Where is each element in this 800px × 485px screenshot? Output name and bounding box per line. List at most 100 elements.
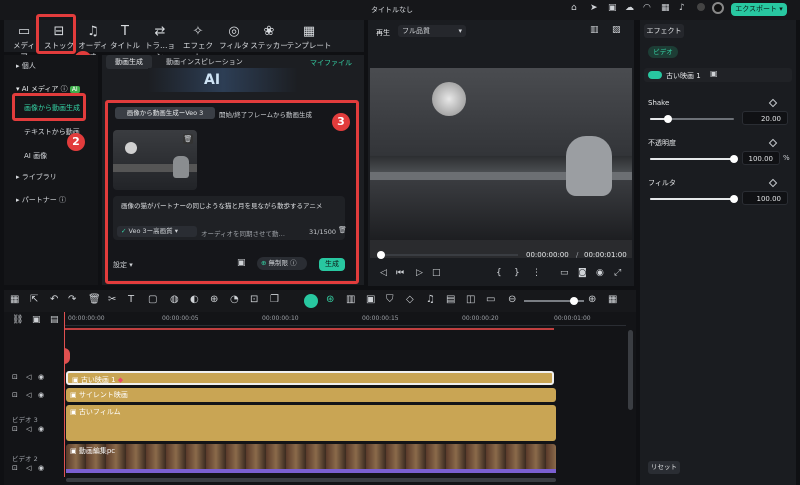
marker-icon[interactable]: ▣ (366, 295, 375, 305)
layout-icon[interactable]: ▦ (10, 295, 19, 305)
mark-out-icon[interactable]: } (514, 269, 520, 278)
fullscreen-icon[interactable]: ⤢ (614, 269, 621, 278)
speaker-icon[interactable]: ◁ (26, 426, 31, 433)
sidebar-item-personal[interactable]: ▸ 個人 (16, 61, 36, 71)
snap-icon[interactable]: ⊛ (326, 295, 334, 305)
quality-select[interactable]: フル品質 ▾ (398, 25, 466, 37)
shake-slider[interactable] (650, 115, 734, 123)
mask-icon[interactable]: ◐ (190, 295, 199, 305)
playhead[interactable] (64, 312, 65, 477)
transform-icon[interactable]: ⊡ (250, 295, 258, 305)
opacity-value-field[interactable]: 100.00 (742, 151, 780, 165)
redo-icon[interactable]: ↷ (68, 295, 76, 305)
opacity-slider[interactable] (650, 155, 738, 163)
filter-slider[interactable] (650, 195, 738, 203)
export-button[interactable]: エクスポート ▾ (731, 3, 787, 16)
opacity-slider-knob[interactable] (730, 155, 738, 163)
shield-icon[interactable]: ⛉ (386, 295, 394, 305)
track-settings-icon[interactable]: ▣ (32, 316, 41, 325)
tab-inspiration[interactable]: 動画インスピレーション (166, 57, 243, 67)
mark-in-icon[interactable]: { (496, 269, 502, 278)
vertical-scrollbar[interactable] (628, 330, 633, 410)
split-icon[interactable]: ⋮ (532, 269, 541, 278)
effect-options-icon[interactable]: ▣ (710, 70, 718, 78)
clip-video[interactable]: ▣ 動画編集pc (66, 444, 556, 472)
box-icon[interactable]: ▣ (608, 4, 617, 13)
speaker-icon[interactable]: ◁ (26, 392, 31, 399)
play-icon[interactable]: ▷ (416, 269, 423, 278)
filter-slider-knob[interactable] (730, 195, 738, 203)
cut-icon[interactable]: ✂ (108, 295, 116, 305)
zoom-out-icon[interactable]: ⊖ (508, 295, 516, 305)
filter-keyframe-icon[interactable] (768, 178, 778, 188)
layers-icon[interactable]: ◫ (466, 295, 475, 305)
text-icon[interactable]: T (128, 295, 134, 305)
profile-icon[interactable] (712, 2, 724, 14)
effect-toggle[interactable] (648, 71, 662, 79)
lock-icon[interactable]: ⊡ (12, 426, 18, 433)
group-icon[interactable]: ❐ (270, 295, 279, 305)
crop-icon[interactable]: ▢ (148, 295, 157, 305)
eye-icon[interactable]: ◉ (38, 392, 44, 399)
camera-icon[interactable]: ◙ (578, 269, 587, 278)
tab-effect-settings[interactable]: エフェクト (644, 24, 684, 38)
delete-icon[interactable]: 🗑 (88, 295, 101, 305)
add-track-icon[interactable]: ▤ (50, 316, 59, 325)
reset-button[interactable]: リセット (648, 461, 680, 474)
monitor-icon[interactable]: ▭ (560, 269, 569, 278)
tab-title[interactable]: T タイトル (110, 24, 140, 51)
user-avatar[interactable] (697, 3, 705, 11)
horizontal-scrollbar[interactable] (66, 478, 556, 482)
speaker-icon[interactable]: ◁ (26, 374, 31, 381)
eye-icon[interactable]: ◉ (38, 426, 44, 433)
sidebar-item-library[interactable]: ▸ ライブラリ (16, 172, 57, 182)
playhead-handle[interactable] (64, 348, 70, 364)
speed-icon[interactable]: ◔ (230, 295, 239, 305)
grid-icon[interactable]: ▦ (661, 4, 670, 13)
clip-old-film[interactable]: ▣ 古いフィルム (66, 405, 556, 441)
clip-silent-movie[interactable]: ▣ サイレント映画 (66, 388, 556, 402)
link-icon[interactable]: ⛓ (12, 316, 23, 325)
color-icon[interactable]: ◍ (170, 295, 179, 305)
lock-icon[interactable]: ⊡ (12, 392, 18, 399)
layout-icon[interactable]: ▥ (590, 26, 599, 35)
work-area-bar[interactable] (64, 328, 554, 330)
keyframe-icon[interactable]: ◇ (406, 295, 414, 305)
video-chip[interactable]: ビデオ (648, 46, 678, 58)
tab-sticker[interactable]: ❀ ステッカー (249, 24, 289, 51)
eye-icon[interactable]: ◉ (38, 465, 44, 472)
step-back-icon[interactable]: ⏮ (396, 269, 404, 278)
mic-icon[interactable]: ♫ (426, 295, 435, 305)
subtitle-icon[interactable]: ▤ (446, 295, 455, 305)
timeline-ruler[interactable]: 00:00:00:00 00:00:00:05 00:00:00:10 00:0… (64, 312, 626, 326)
speaker-icon[interactable]: ◁ (26, 465, 31, 472)
shake-slider-knob[interactable] (664, 115, 672, 123)
stabilize-icon[interactable]: ⊕ (210, 295, 218, 305)
zoom-slider-knob[interactable] (570, 297, 578, 305)
tab-generate[interactable]: 動画生成 (106, 55, 152, 69)
lock-icon[interactable]: ⊡ (12, 465, 18, 472)
send-icon[interactable]: ➤ (590, 4, 598, 13)
shake-keyframe-icon[interactable] (768, 98, 778, 108)
preview-icon[interactable]: ▭ (486, 295, 495, 305)
progress-knob[interactable] (377, 251, 385, 259)
audio-icon[interactable]: ◉ (596, 269, 604, 278)
sidebar-item-ai-image[interactable]: AI 画像 (24, 151, 47, 161)
sidebar-item-partner[interactable]: ▸ パートナー ⓘ (16, 195, 66, 205)
video-preview[interactable] (370, 68, 632, 258)
my-files-link[interactable]: マイファイル (310, 58, 352, 68)
select-icon[interactable]: ⇱ (30, 295, 38, 305)
eye-icon[interactable]: ◉ (38, 374, 44, 381)
filter-value-field[interactable]: 100.00 (742, 191, 788, 205)
tab-template[interactable]: ▦ テンプレート (286, 24, 332, 51)
playback-progress[interactable] (377, 251, 518, 259)
opacity-keyframe-icon[interactable] (768, 138, 778, 148)
stop-icon[interactable]: □ (432, 269, 441, 278)
lock-icon[interactable]: ⊡ (12, 374, 18, 381)
headset-icon[interactable]: ◠ (643, 4, 651, 13)
prev-frame-icon[interactable]: ◁ (380, 269, 387, 278)
clip-old-movie[interactable]: ▣ 古い映画 1 ◆ (66, 371, 554, 385)
timeline-settings-icon[interactable]: ▦ (608, 295, 617, 305)
shake-value-field[interactable]: 20.00 (742, 111, 788, 125)
snapshot-icon[interactable]: ▨ (612, 26, 621, 35)
